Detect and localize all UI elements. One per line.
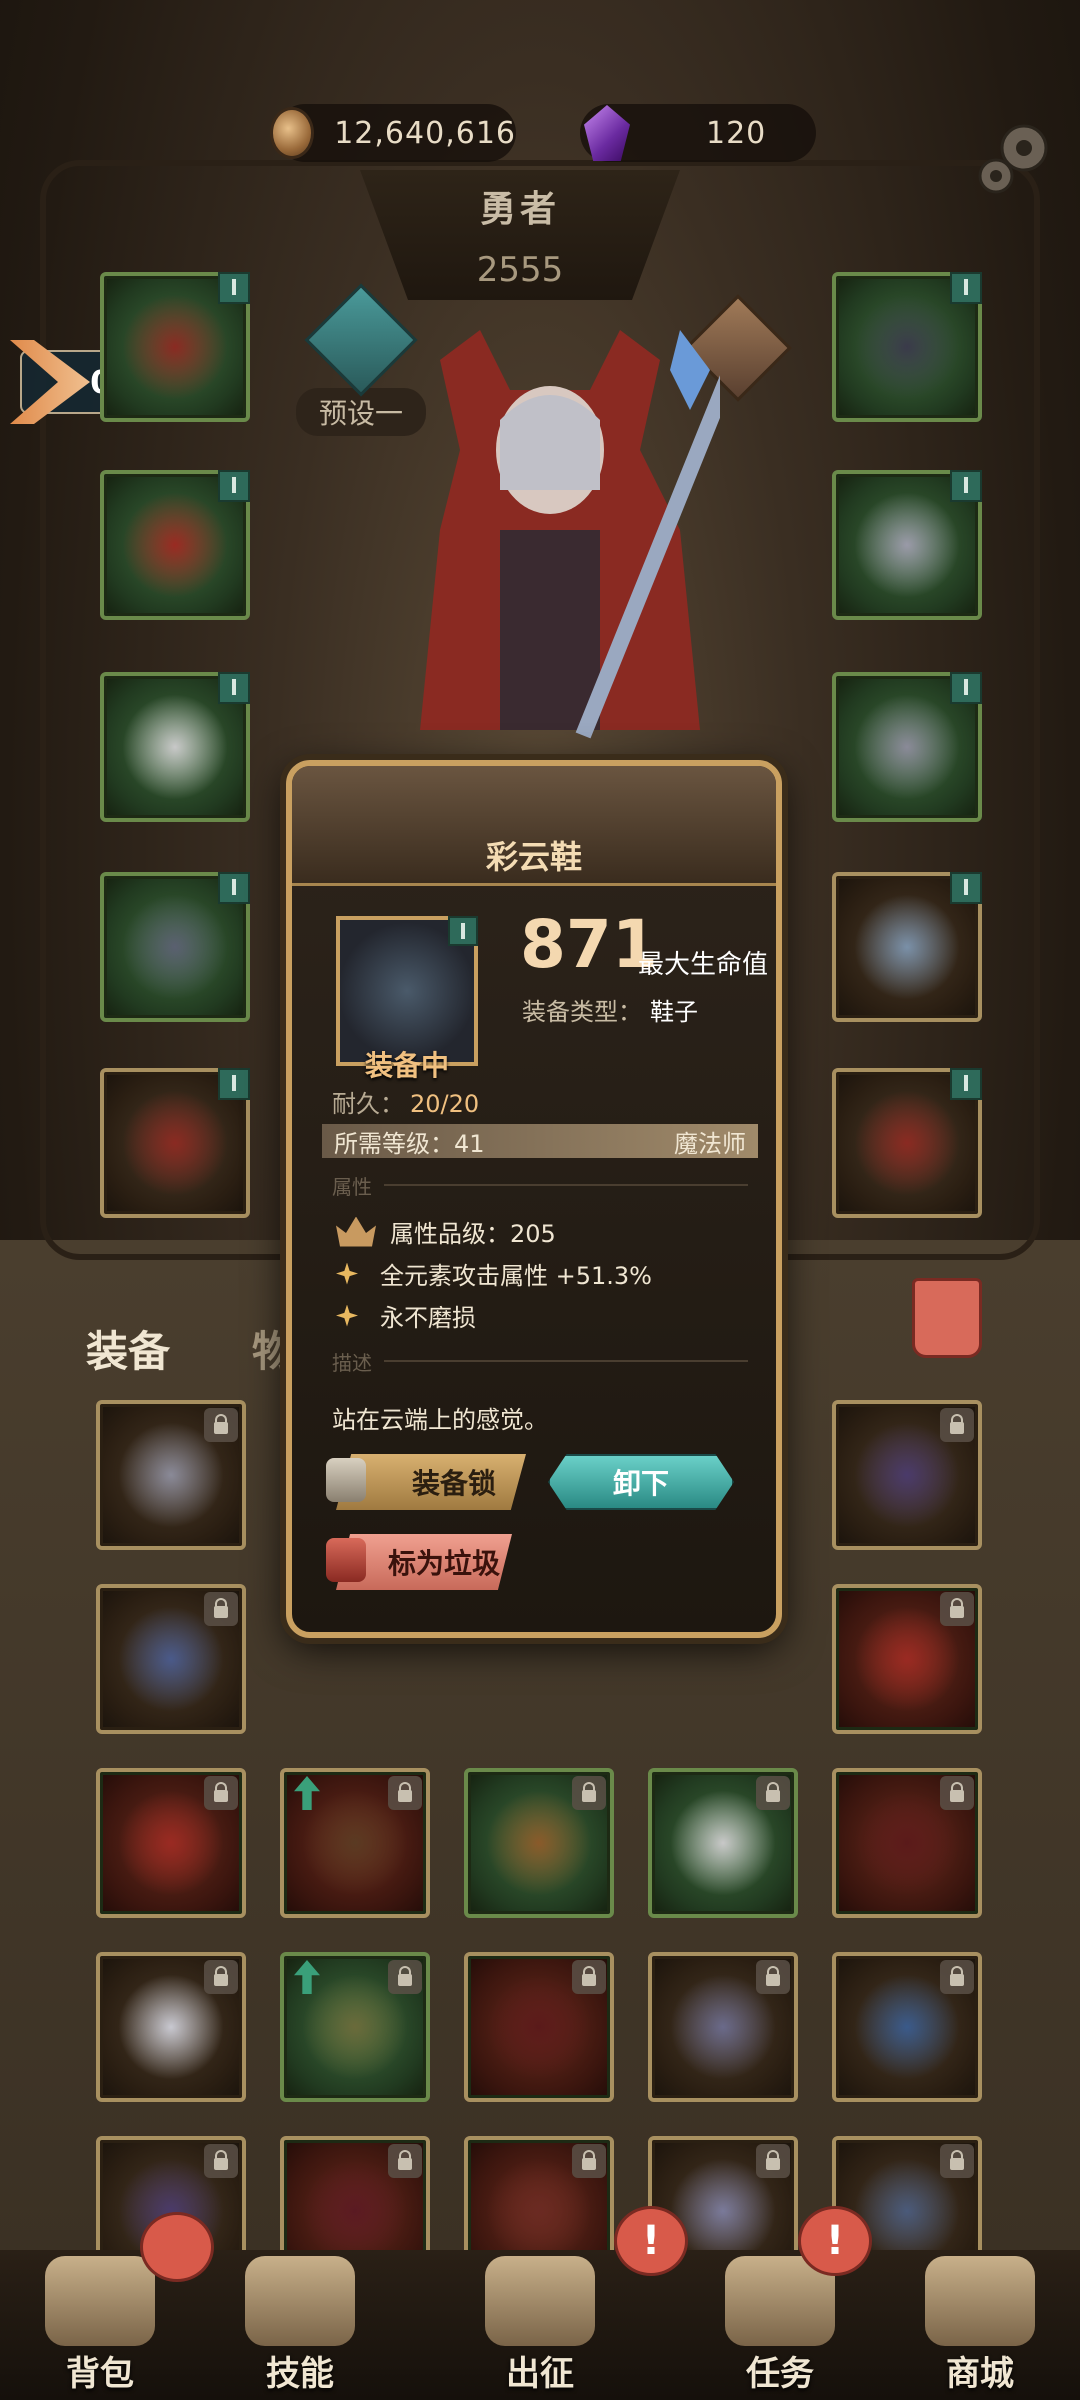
equip-slot-pants[interactable] [100, 872, 250, 1022]
tab-equipment[interactable]: 装备 [86, 1318, 170, 1379]
lock-icon [326, 1458, 366, 1502]
inventory-slot[interactable] [96, 1952, 246, 2102]
trash-icon[interactable] [912, 1278, 982, 1358]
inventory-slot[interactable] [832, 1768, 982, 1918]
nav-skills-label: 技能 [266, 2354, 334, 2394]
sparkle-icon [336, 1262, 358, 1285]
item-detail-popup: 彩云鞋 装备中 871 最大生命值 装备类型： 鞋子 耐久： 20/20 所需等级：… [286, 760, 782, 1638]
equipped-label: 装备中 [364, 1049, 449, 1082]
coin-icon [270, 107, 315, 159]
mark-as-junk-label: 标为垃圾 [387, 1547, 500, 1580]
inventory-slot[interactable] [96, 1768, 246, 1918]
item-title: 彩云鞋 [485, 838, 582, 876]
inventory-slot[interactable] [280, 1952, 430, 2102]
inventory-slot[interactable] [832, 1400, 982, 1550]
item-description: 站在云端上的感觉。 [332, 1406, 548, 1434]
coin-value: 12,640,616 [334, 115, 516, 151]
durability: 耐久： 20/20 [332, 1084, 479, 1119]
required-class: 魔法师 [674, 1129, 746, 1158]
equip-slot-ring-2[interactable] [832, 672, 982, 822]
junk-icon [326, 1538, 366, 1582]
attr-elemental: 全元素攻击属性 +51.3% [336, 1256, 652, 1291]
attr-quality-text: 属性品级：205 [390, 1220, 556, 1248]
equip-slot-necklace[interactable] [832, 272, 982, 422]
equip-type: 装备类型： 鞋子 [522, 992, 698, 1027]
nav-expedition[interactable]: 出征 [460, 2250, 620, 2400]
required-level: 所需等级：41 [334, 1129, 485, 1158]
gem-counter: 120 [580, 104, 816, 162]
nav-expedition-label: 出征 [506, 2354, 574, 2394]
nav-shop[interactable]: 商城 [900, 2250, 1060, 2400]
equip-slot-ring-1[interactable] [832, 470, 982, 620]
inventory-slot[interactable] [96, 1584, 246, 1734]
attr-durable-text: 永不磨损 [380, 1304, 476, 1332]
shop-icon [925, 2256, 1035, 2346]
nav-quests-label: 任务 [746, 2354, 814, 2394]
requirement-bar: 所需等级：41 魔法师 [322, 1124, 758, 1158]
attr-durable: 永不磨损 [336, 1298, 476, 1333]
attr-elemental-text: 全元素攻击属性 +51.3% [380, 1262, 652, 1290]
section-description: 描述 [332, 1346, 748, 1376]
gem-icon [584, 105, 630, 161]
hero-level: 2555 [476, 250, 564, 290]
inventory-slot[interactable] [464, 1768, 614, 1918]
nav-bag-label: 背包 [66, 2354, 134, 2394]
crown-icon [336, 1216, 376, 1247]
coin-counter: 12,640,616 [270, 104, 516, 162]
equip-tag-icon [448, 916, 478, 946]
section-attributes: 属性 [332, 1170, 748, 1200]
gear-icon[interactable] [972, 118, 1056, 202]
sparkle-icon [336, 1304, 358, 1327]
inventory-slot[interactable] [96, 1400, 246, 1550]
section-attributes-label: 属性 [332, 1174, 372, 1199]
equip-slot-helmet[interactable] [100, 272, 250, 422]
durability-value: 20/20 [410, 1090, 480, 1118]
bag-alert-badge [140, 2212, 214, 2282]
unequip-button[interactable]: 卸下 [548, 1454, 734, 1510]
equip-type-label: 装备类型： [522, 998, 642, 1026]
attr-quality: 属性品级：205 [336, 1214, 556, 1249]
inventory-slot[interactable] [464, 1952, 614, 2102]
hero-character [420, 330, 720, 739]
stat-name: 最大生命值 [638, 950, 769, 980]
equip-slot-weapon[interactable] [832, 872, 982, 1022]
quests-alert-badge: ! [798, 2206, 872, 2276]
nav-shop-label: 商城 [946, 2354, 1014, 2394]
gem-value: 120 [706, 115, 767, 151]
equip-slot-offhand[interactable] [832, 1068, 982, 1218]
nav-skills[interactable]: 技能 [220, 2250, 380, 2400]
hero-title: 勇者 [479, 189, 560, 230]
inventory-slot[interactable] [280, 1768, 430, 1918]
bag-icon [45, 2256, 155, 2346]
equip-slot-armor[interactable] [100, 470, 250, 620]
durability-label: 耐久： [332, 1090, 404, 1118]
skills-icon [245, 2256, 355, 2346]
equip-slot-gloves[interactable] [100, 672, 250, 822]
inventory-slot[interactable] [832, 1952, 982, 2102]
inventory-slot[interactable] [648, 1952, 798, 2102]
inventory-slot[interactable] [832, 1584, 982, 1734]
equip-slot-boots[interactable] [100, 1068, 250, 1218]
inventory-slot[interactable] [648, 1768, 798, 1918]
equipment-lock-label: 装备锁 [411, 1467, 496, 1500]
section-description-label: 描述 [332, 1350, 372, 1375]
expedition-alert-badge: ! [614, 2206, 688, 2276]
expedition-icon [485, 2256, 595, 2346]
equip-type-value: 鞋子 [650, 998, 698, 1026]
